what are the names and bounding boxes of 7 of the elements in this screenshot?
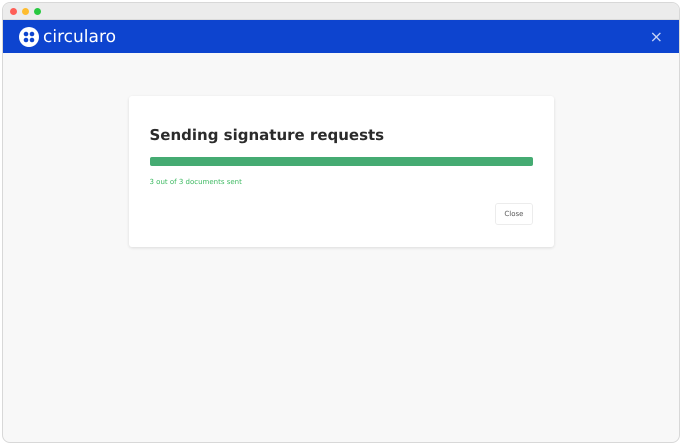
logo-icon (19, 26, 39, 46)
dialog-title: Sending signature requests (150, 126, 386, 144)
minimize-window-button[interactable] (22, 8, 29, 14)
zoom-window-button[interactable] (34, 8, 41, 14)
logo-text: circularo (43, 26, 116, 46)
close-window-button[interactable] (10, 8, 17, 14)
close-button[interactable]: × (648, 27, 665, 46)
